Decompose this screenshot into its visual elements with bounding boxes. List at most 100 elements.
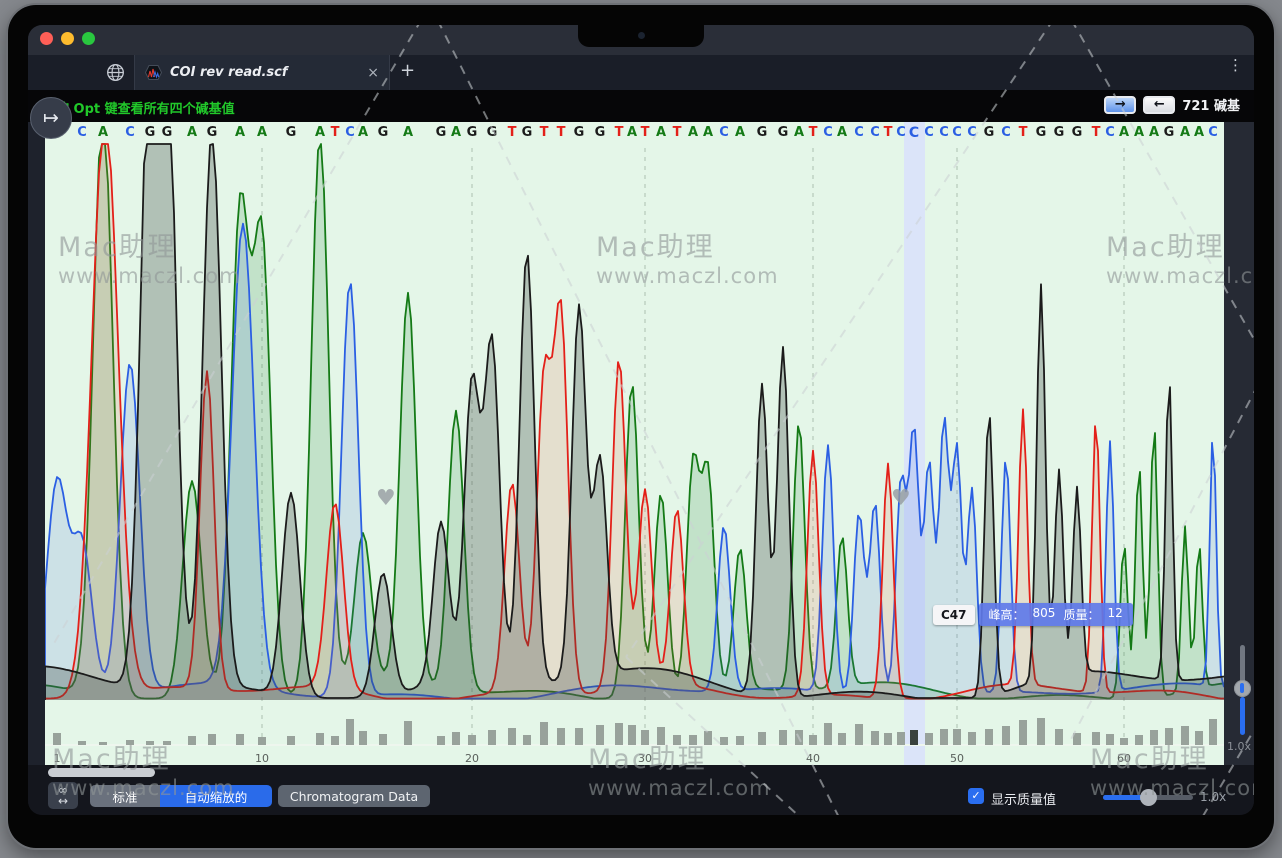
quality-bar — [99, 742, 107, 745]
quality-bar — [346, 719, 354, 745]
vertical-zoom-label: 1.0x — [1224, 740, 1254, 753]
quality-bar — [596, 725, 604, 745]
quality-bar — [146, 741, 154, 745]
left-gutter — [28, 122, 45, 765]
quality-bar — [615, 723, 623, 745]
base-letter: A — [700, 125, 716, 140]
base-letter: T — [805, 125, 821, 140]
base-letter: G — [1069, 125, 1085, 140]
quality-bar — [379, 734, 387, 745]
next-base-button[interactable]: → — [1104, 96, 1136, 114]
base-letter: G — [433, 125, 449, 140]
sequence-toolbar: 按 Opt 键查看所有四个碱基值 → ← 721 碱基 — [28, 90, 1254, 122]
quality-bar — [673, 735, 681, 745]
overflow-menu-icon[interactable]: ⋮ — [1228, 62, 1242, 69]
close-window-button[interactable] — [40, 32, 53, 45]
svg-text:50: 50 — [950, 752, 964, 765]
quality-bar — [871, 731, 879, 745]
quality-bar — [657, 727, 665, 745]
quality-bar — [287, 736, 295, 745]
quality-bar — [1019, 720, 1027, 745]
horizontal-zoom-slider-thumb[interactable] — [1140, 789, 1157, 806]
base-letter: G — [1051, 125, 1067, 140]
heart-watermark-icon: ♥ — [891, 486, 911, 511]
base-letter: C — [74, 125, 90, 140]
app-window: COI rev read.scf × + ⋮ 按 Opt 键查看所有四个碱基值 … — [28, 25, 1254, 815]
tab-close-icon[interactable]: × — [367, 65, 379, 81]
horizontal-scrollbar-thumb[interactable] — [48, 768, 155, 777]
scale-standard-button[interactable]: 标准 — [90, 785, 160, 807]
macbook-mockup: COI rev read.scf × + ⋮ 按 Opt 键查看所有四个碱基值 … — [0, 0, 1282, 858]
quality-bar — [1120, 738, 1128, 745]
svg-text:10: 10 — [255, 752, 269, 765]
vertical-zoom-slider-thumb[interactable] — [1234, 680, 1251, 697]
base-letter: T — [504, 125, 520, 140]
base-letter: C — [1205, 125, 1221, 140]
quality-bar — [1165, 728, 1173, 745]
bottom-toolbar: ∞ ↔ 标准 自动缩放的 Chromatogram Data ✓ 显示质量值 1… — [28, 765, 1254, 815]
quality-bar — [316, 733, 324, 745]
tooltip-peak-label: 峰高： — [989, 606, 1025, 623]
quality-bar — [53, 733, 61, 745]
base-letter: G — [375, 125, 391, 140]
quality-bar — [855, 724, 863, 745]
show-quality-checkbox[interactable]: ✓ — [968, 788, 984, 804]
quality-bar — [488, 730, 496, 745]
svg-text:20: 20 — [465, 752, 479, 765]
quality-bar — [925, 733, 933, 745]
quality-bar — [897, 732, 905, 745]
quality-bar — [163, 741, 171, 745]
minimize-window-button[interactable] — [61, 32, 74, 45]
tooltip-quality-value: 12 — [1107, 606, 1122, 623]
base-letter: A — [184, 125, 200, 140]
base-letter: G — [484, 125, 500, 140]
base-letter: G — [754, 125, 770, 140]
tooltip-peak-value: 805 — [1033, 606, 1056, 623]
base-letter: A — [834, 125, 850, 140]
fit-width-button[interactable]: ∞ ↔ — [48, 782, 78, 809]
new-tab-button[interactable]: + — [400, 60, 415, 81]
jump-to-position-button[interactable]: ↦ — [30, 97, 72, 139]
base-letter: G — [159, 125, 175, 140]
quality-bar — [188, 736, 196, 745]
quality-bar — [557, 728, 565, 745]
quality-bar — [540, 722, 548, 745]
scale-auto-button[interactable]: 自动缩放的 — [160, 785, 272, 807]
base-letter: A — [685, 125, 701, 140]
quality-bar — [779, 730, 787, 745]
base-letter: G — [283, 125, 299, 140]
base-letter: G — [142, 125, 158, 140]
base-letter: A — [732, 125, 748, 140]
tab-title: COI rev read.scf — [170, 65, 359, 80]
quality-bar — [968, 732, 976, 745]
base-letter: A — [355, 125, 371, 140]
zoom-window-button[interactable] — [82, 32, 95, 45]
quality-bar — [704, 731, 712, 745]
base-tooltip: C47 峰高：805 质量：12 — [933, 603, 1133, 626]
quality-bar — [953, 729, 961, 745]
globe-icon[interactable] — [106, 63, 125, 82]
quality-bar — [985, 729, 993, 745]
show-quality-label: 显示质量值 — [991, 789, 1056, 808]
svg-text:60: 60 — [1117, 752, 1131, 765]
quality-bar — [1002, 726, 1010, 745]
quality-bar — [809, 735, 817, 745]
quality-bar — [437, 736, 445, 745]
trace-plot[interactable]: 1102030405060 CCACGGAGAAGATCAGAGAGGTGTTG… — [45, 122, 1224, 765]
base-letter: A — [1116, 125, 1132, 140]
base-letter: C — [998, 125, 1014, 140]
tab-coi-rev-read[interactable]: COI rev read.scf × — [134, 55, 390, 90]
quality-bar — [1092, 732, 1100, 745]
prev-base-button[interactable]: ← — [1143, 96, 1175, 114]
heart-watermark-icon: ♥ — [376, 486, 396, 511]
base-letter: T — [669, 125, 685, 140]
quality-bar — [452, 732, 460, 745]
base-letter: C — [949, 125, 965, 140]
base-letter: C — [851, 125, 867, 140]
base-letter: G — [1033, 125, 1049, 140]
quality-bar — [468, 735, 476, 745]
base-letter: T — [1015, 125, 1031, 140]
quality-bar — [910, 730, 918, 745]
quality-bar — [1209, 719, 1217, 745]
chromatogram-data-button[interactable]: Chromatogram Data — [278, 785, 430, 807]
